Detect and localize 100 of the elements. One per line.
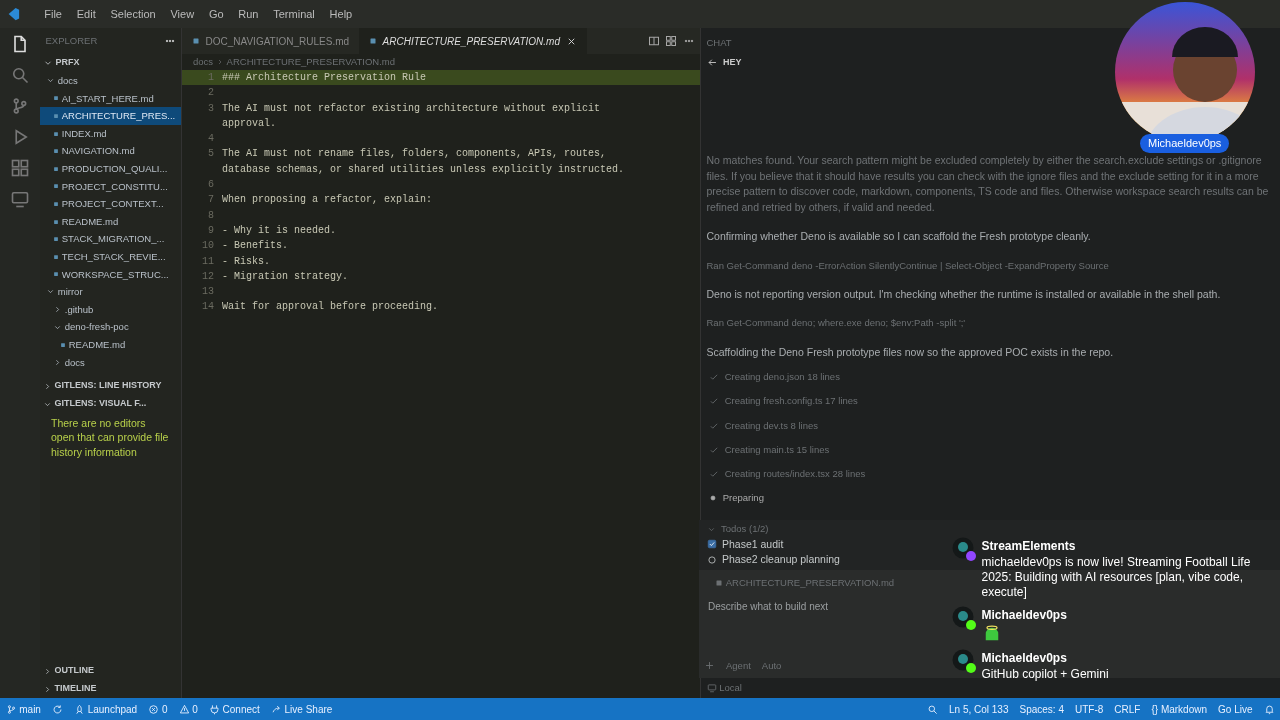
chat-session-title: HEY — [723, 55, 742, 69]
tree-item[interactable]: mirror — [40, 283, 181, 301]
file-icon — [369, 37, 378, 45]
error-icon[interactable] — [148, 703, 160, 715]
status-item[interactable]: CRLF — [1114, 701, 1141, 717]
chat-message: Confirming whether Deno is available so I can scaffold the Fresh prototype cleanly. — [706, 229, 1092, 244]
status-item[interactable]: Ln 5, Col 133 — [949, 701, 1009, 717]
line-number: 7 — [207, 193, 215, 208]
chat-message: Scaffolding the Deno Fresh prototype files now so the approved POC exists in the repo. — [706, 344, 1115, 360]
progress-step: Creating deno.json 18 lines — [706, 370, 1275, 385]
file-icon — [53, 113, 59, 119]
status-item[interactable]: main — [5, 701, 41, 717]
progress-step: Creating routes/index.tsx 28 lines — [706, 467, 1275, 482]
tree-item[interactable]: STACK_MIGRATION_... — [40, 230, 181, 248]
code-line: ### Architecture Preservation Rule — [222, 71, 428, 85]
status-item[interactable]: Spaces: 4 — [1019, 701, 1064, 717]
line-number: 10 — [201, 239, 215, 254]
todo-item: Phase2 cleanup planning — [722, 552, 840, 567]
file-icon — [53, 271, 59, 278]
circle-icon[interactable] — [706, 554, 717, 565]
tree-item[interactable]: PROJECT_CONSTITU... — [40, 177, 181, 196]
tree-item[interactable]: README.md — [40, 335, 181, 354]
menu-item[interactable]: View — [164, 5, 201, 23]
plus-icon[interactable] — [704, 660, 715, 672]
tree-item[interactable]: INDEX.md — [40, 124, 181, 143]
menu-item[interactable]: File — [38, 5, 68, 23]
sync-icon[interactable] — [51, 703, 63, 715]
code-line: Wait for approval before proceeding. — [222, 300, 440, 315]
chat-text: michaeldev0ps is now live! Streaming Football Life 2025: Building with AI resources [plan, vibe code, execute] — [981, 555, 1252, 600]
avatar-icon — [952, 537, 974, 559]
todo-item: Phase1 audit — [722, 536, 784, 552]
code-line: The AI must not rename files, folders, components, APIs, routes, database schemas, or shared utilities unless explicitly instructed. — [222, 147, 626, 177]
chat-text: GitHub copilot + Gemini — [981, 667, 1109, 682]
sidebar-title: EXPLORER — [45, 33, 98, 48]
status-item[interactable]: Connect — [208, 701, 260, 717]
back-arrow-icon[interactable] — [706, 56, 718, 68]
line-number: 11 — [201, 254, 215, 269]
tree-item[interactable]: TECH_STACK_REVIE... — [40, 247, 181, 266]
tree-item[interactable]: .github — [40, 300, 181, 319]
file-icon — [53, 148, 59, 155]
avatar-icon — [952, 649, 974, 671]
chevron-right-icon — [53, 357, 62, 367]
menu-item[interactable]: Selection — [104, 5, 162, 23]
tree-item[interactable]: PRODUCTION_QUALI... — [40, 159, 181, 178]
chat-author: Michaeldev0ps — [981, 650, 1068, 667]
share-arrow-icon[interactable] — [270, 703, 282, 715]
section-header[interactable]: TIMELINE — [40, 680, 181, 698]
menu-item[interactable]: Terminal — [267, 5, 321, 23]
chat-input[interactable]: Describe what to build next — [704, 595, 924, 618]
workspace-root[interactable]: PRFX — [55, 56, 80, 70]
tree-item[interactable]: AI_START_HERE.md — [40, 89, 181, 108]
menu-item[interactable]: Help — [323, 5, 359, 23]
extensions-icon[interactable] — [10, 157, 30, 178]
tree-item[interactable]: deno-fresh-poc — [40, 318, 181, 336]
monitor-icon[interactable] — [706, 683, 717, 694]
menu-item[interactable]: Edit — [70, 5, 102, 23]
tree-item[interactable]: ARCHITECTURE_PRES... — [40, 107, 181, 125]
chat-message: Deno is not reporting version output. I'm checking whether the runtime is installed or available in the shell path. — [706, 286, 1222, 302]
status-item[interactable]: 0 — [148, 701, 168, 717]
status-item[interactable]: {} Markdown — [1151, 701, 1208, 717]
tree-item[interactable]: PROJECT_CONTEXT... — [40, 195, 181, 213]
search-icon[interactable] — [927, 703, 938, 715]
line-number: 8 — [207, 208, 215, 223]
menu-item[interactable]: Go — [202, 5, 230, 23]
tree-item[interactable]: WORKSPACE_STRUC... — [40, 265, 181, 284]
code-line: - Benefits. — [222, 239, 289, 254]
checked-box-icon[interactable] — [706, 539, 717, 550]
file-icon — [60, 341, 66, 348]
status-item[interactable]: UTF-8 — [1074, 701, 1104, 717]
section-header[interactable]: GITLENS: LINE HISTORY — [40, 377, 181, 396]
split-editor-icon[interactable] — [647, 35, 660, 47]
status-item[interactable]: 0 — [178, 701, 198, 717]
plug-icon[interactable] — [208, 703, 220, 715]
line-number: 12 — [201, 269, 215, 284]
file-icon — [53, 165, 59, 172]
file-icon — [715, 578, 723, 587]
section-header[interactable]: GITLENS: VISUAL F... — [40, 395, 181, 414]
tree-item[interactable]: README.md — [40, 212, 181, 231]
status-item[interactable]: Live Share — [270, 701, 333, 717]
grid-icon[interactable] — [665, 35, 677, 47]
progress-step: Creating fresh.config.ts 17 lines — [706, 394, 1275, 409]
empty-message: There are no editors open that can provide file history information — [50, 415, 170, 460]
tree-item[interactable]: docs — [40, 353, 181, 372]
code-line: When proposing a refactor, explain: — [222, 193, 434, 208]
warning-icon[interactable] — [178, 703, 190, 715]
tree-item[interactable]: NAVIGATION.md — [40, 142, 181, 160]
bell-icon[interactable] — [1263, 703, 1275, 715]
menu-item[interactable]: Run — [232, 5, 265, 23]
editor-tab[interactable]: ARCHITECTURE_PRESERVATION.md — [359, 28, 587, 54]
line-number: 5 — [207, 147, 215, 162]
streamer-name-badge: Michaeldev0ps — [1140, 134, 1230, 153]
branch-icon[interactable] — [5, 703, 17, 715]
tool-call: Ran Get-Command deno; where.exe deno; $env:Path -split ';' — [706, 316, 967, 331]
section-header[interactable]: OUTLINE — [40, 662, 181, 680]
file-icon — [53, 183, 59, 190]
tree-item[interactable]: docs — [40, 72, 181, 90]
status-item[interactable]: Go Live — [1218, 701, 1253, 717]
editor-tab[interactable]: DOC_NAVIGATION_RULES.md — [182, 28, 360, 54]
line-number: 9 — [207, 223, 215, 238]
status-item[interactable]: Launchpad — [73, 701, 138, 717]
